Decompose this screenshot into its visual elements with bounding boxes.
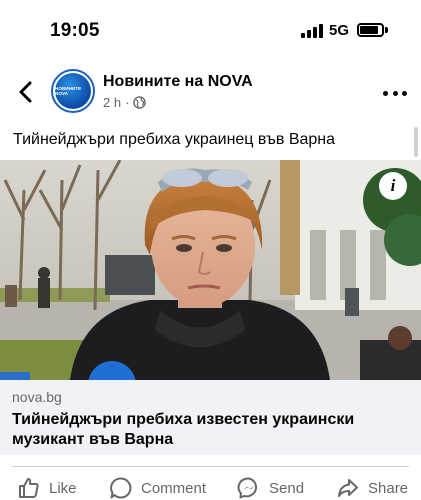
status-bar: 19:05 5G [0,0,421,62]
network-label: 5G [329,22,350,39]
share-arrow-icon [338,479,358,497]
like-button[interactable]: Like [17,476,77,500]
more-dot [402,90,407,96]
chevron-left-icon [19,81,32,103]
globe-icon [133,96,147,109]
comment-bubble-icon [110,477,132,499]
post-caption: Тийнейджъри пребиха украинец във Варна [13,131,336,148]
comment-label: Comment [141,479,207,497]
scrollbar[interactable] [414,127,418,157]
post-image[interactable] [0,160,421,380]
comment-button[interactable]: Comment [109,476,206,500]
signal-icon [301,24,323,38]
send-button[interactable]: Send [237,476,304,500]
page-name[interactable]: Новините на NOVA [103,73,253,91]
back-button[interactable] [12,78,40,106]
battery-tip [385,27,388,33]
link-preview[interactable]: nova.bg Тийнейджъри пребиха известен укр… [0,380,421,455]
send-label: Send [269,479,305,497]
status-time: 19:05 [50,20,100,41]
link-title: Тийнейджъри пребиха известен украински м… [12,411,355,448]
more-dot [392,90,398,96]
share-button[interactable]: Share [336,476,408,500]
post-meta: 2 h · [103,95,147,110]
page-avatar[interactable]: НОВИНИТЕ NOVA [51,69,95,113]
more-options-button[interactable] [383,89,407,97]
messenger-icon [237,477,258,499]
meta-separator: · [125,95,130,110]
info-icon[interactable]: i [379,172,407,200]
share-label: Share [368,479,409,497]
thumbs-up-icon [19,478,39,498]
actions-divider [12,466,409,467]
battery-icon [357,23,384,37]
post-image-art [0,160,421,380]
avatar-logo: НОВИНИТЕ NOVA [55,73,91,109]
avatar-logo-text: НОВИНИТЕ NOVA [55,86,82,96]
post-actions: Like Comment Send Share [0,476,421,500]
link-domain: nova.bg [12,389,62,405]
like-label: Like [49,479,77,497]
post-time[interactable]: 2 h [103,95,121,110]
more-dot [383,90,388,96]
